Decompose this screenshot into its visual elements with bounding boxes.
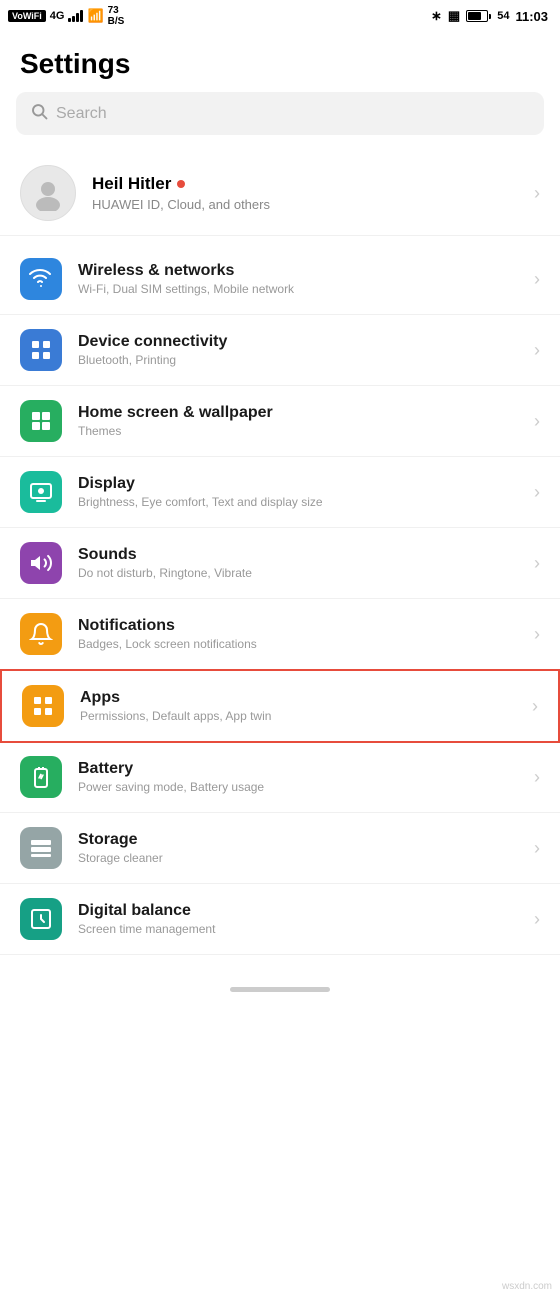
settings-item-display[interactable]: Display Brightness, Eye comfort, Text an… [0, 457, 560, 528]
storage-icon [20, 827, 62, 869]
display-text: Display Brightness, Eye comfort, Text an… [78, 475, 518, 509]
profile-name-text: Heil Hitler [92, 174, 171, 194]
display-icon [20, 471, 62, 513]
battery-chevron-icon: › [534, 767, 540, 788]
homescreen-title: Home screen & wallpaper [78, 404, 518, 422]
wifi-signal-icon: 📶 [87, 8, 103, 24]
notifications-title: Notifications [78, 617, 518, 635]
connectivity-chevron-icon: › [534, 340, 540, 361]
wireless-title: Wireless & networks [78, 262, 518, 280]
vowifi-indicator: VoWiFi [8, 10, 46, 22]
settings-item-apps[interactable]: Apps Permissions, Default apps, App twin… [0, 669, 560, 743]
status-left: VoWiFi 4G 📶 73B/S [8, 5, 124, 27]
battery-icon [20, 756, 62, 798]
battery-subtitle: Power saving mode, Battery usage [78, 780, 518, 794]
digital-icon [20, 898, 62, 940]
display-subtitle: Brightness, Eye comfort, Text and displa… [78, 495, 518, 509]
storage-text: Storage Storage cleaner [78, 831, 518, 865]
wireless-icon [20, 258, 62, 300]
signal-bars [68, 10, 83, 22]
home-indicator [0, 975, 560, 1000]
time-display: 11:03 [515, 9, 548, 24]
wireless-subtitle: Wi-Fi, Dual SIM settings, Mobile network [78, 282, 518, 296]
sounds-text: Sounds Do not disturb, Ringtone, Vibrate [78, 546, 518, 580]
settings-item-sounds[interactable]: Sounds Do not disturb, Ringtone, Vibrate… [0, 528, 560, 599]
notifications-icon [20, 613, 62, 655]
wireless-text: Wireless & networks Wi-Fi, Dual SIM sett… [78, 262, 518, 296]
homescreen-subtitle: Themes [78, 424, 518, 438]
avatar [20, 165, 76, 221]
settings-item-storage[interactable]: Storage Storage cleaner › [0, 813, 560, 884]
settings-list: Wireless & networks Wi-Fi, Dual SIM sett… [0, 244, 560, 955]
profile-section[interactable]: Heil Hitler HUAWEI ID, Cloud, and others… [0, 151, 560, 236]
sounds-subtitle: Do not disturb, Ringtone, Vibrate [78, 566, 518, 580]
notifications-text: Notifications Badges, Lock screen notifi… [78, 617, 518, 651]
apps-title: Apps [80, 689, 516, 707]
settings-item-digital[interactable]: Digital balance Screen time management › [0, 884, 560, 955]
homescreen-icon [20, 400, 62, 442]
watermark: wsxdn.com [502, 1281, 552, 1292]
digital-title: Digital balance [78, 902, 518, 920]
search-icon [30, 102, 48, 125]
digital-chevron-icon: › [534, 909, 540, 930]
notifications-subtitle: Badges, Lock screen notifications [78, 637, 518, 651]
apps-subtitle: Permissions, Default apps, App twin [80, 709, 516, 723]
battery-title: Battery [78, 760, 518, 778]
notifications-chevron-icon: › [534, 624, 540, 645]
page-title: Settings [0, 32, 560, 92]
display-chevron-icon: › [534, 482, 540, 503]
apps-text: Apps Permissions, Default apps, App twin [80, 689, 516, 723]
sounds-chevron-icon: › [534, 553, 540, 574]
vibrate-icon: ▦ [448, 8, 460, 24]
apps-icon [22, 685, 64, 727]
sounds-title: Sounds [78, 546, 518, 564]
profile-name-row: Heil Hitler [92, 174, 518, 194]
connectivity-title: Device connectivity [78, 333, 518, 351]
settings-item-connectivity[interactable]: Device connectivity Bluetooth, Printing … [0, 315, 560, 386]
digital-text: Digital balance Screen time management [78, 902, 518, 936]
bluetooth-icon: ∗ [431, 8, 442, 24]
online-status-dot [177, 180, 185, 188]
homescreen-text: Home screen & wallpaper Themes [78, 404, 518, 438]
status-right: ∗ ▦ 54 11:03 [431, 8, 548, 24]
home-bar [230, 987, 330, 992]
connectivity-text: Device connectivity Bluetooth, Printing [78, 333, 518, 367]
storage-chevron-icon: › [534, 838, 540, 859]
speed-indicator: 73B/S [108, 5, 125, 27]
storage-subtitle: Storage cleaner [78, 851, 518, 865]
digital-subtitle: Screen time management [78, 922, 518, 936]
network-type: 4G [50, 10, 65, 22]
wireless-chevron-icon: › [534, 269, 540, 290]
storage-title: Storage [78, 831, 518, 849]
connectivity-icon [20, 329, 62, 371]
battery-indicator [466, 10, 491, 22]
sounds-icon [20, 542, 62, 584]
settings-item-notifications[interactable]: Notifications Badges, Lock screen notifi… [0, 599, 560, 670]
settings-item-battery[interactable]: Battery Power saving mode, Battery usage… [0, 742, 560, 813]
apps-chevron-icon: › [532, 696, 538, 717]
homescreen-chevron-icon: › [534, 411, 540, 432]
search-bar[interactable]: Search [16, 92, 544, 135]
battery-percentage: 54 [497, 10, 509, 22]
settings-item-homescreen[interactable]: Home screen & wallpaper Themes › [0, 386, 560, 457]
profile-info: Heil Hitler HUAWEI ID, Cloud, and others [92, 174, 518, 212]
display-title: Display [78, 475, 518, 493]
connectivity-subtitle: Bluetooth, Printing [78, 353, 518, 367]
status-bar: VoWiFi 4G 📶 73B/S ∗ ▦ 54 11:03 [0, 0, 560, 32]
battery-text: Battery Power saving mode, Battery usage [78, 760, 518, 794]
search-placeholder: Search [56, 105, 107, 123]
profile-subtitle: HUAWEI ID, Cloud, and others [92, 197, 518, 212]
settings-item-wireless[interactable]: Wireless & networks Wi-Fi, Dual SIM sett… [0, 244, 560, 315]
profile-chevron-icon: › [534, 183, 540, 204]
